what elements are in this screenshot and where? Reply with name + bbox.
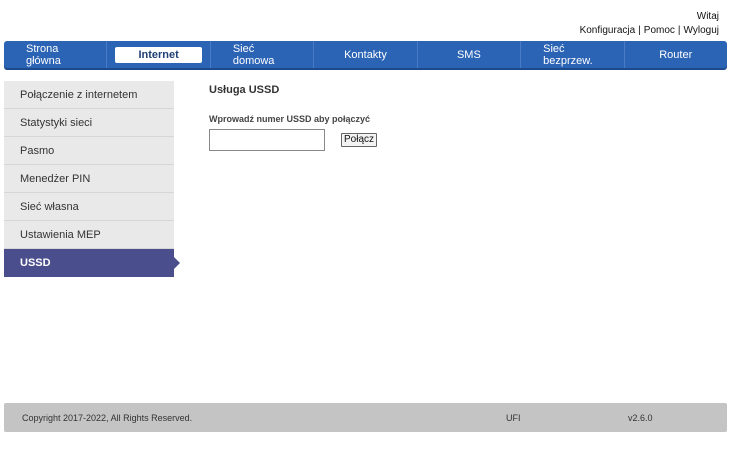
nav-item-router[interactable]: Router — [625, 41, 727, 68]
sidebar-item-polaczenie[interactable]: Połączenie z internetem — [4, 81, 174, 109]
model-text: UFI — [506, 413, 521, 423]
sidebar-item-pasmo[interactable]: Pasmo — [4, 137, 174, 165]
sidebar-item-statystyki[interactable]: Statystyki sieci — [4, 109, 174, 137]
ussd-input[interactable] — [209, 129, 325, 151]
separator: | — [677, 25, 681, 36]
nav-label: Kontakty — [344, 48, 387, 61]
router-admin-page: Witaj Konfiguracja | Pomoc | Wyloguj Strona … — [0, 0, 730, 458]
copyright-text: Copyright 2017-2022, All Rights Reserved… — [22, 413, 193, 423]
nav-label: Internet — [115, 46, 202, 63]
nav-label: Strona główna — [26, 42, 61, 67]
nav-label: Sieć bezprzew. — [543, 42, 593, 67]
nav-item-siec-bezprzew[interactable]: Sieć bezprzew. — [521, 41, 625, 68]
main-nav: Strona główna Internet Sieć domowa Konta… — [4, 41, 727, 68]
main-content: Usługa USSD Wprowadź numer USSD aby połą… — [209, 84, 378, 151]
sidebar-item-menedzer-pin[interactable]: Menedżer PIN — [4, 165, 174, 193]
separator: | — [638, 25, 641, 36]
header-top: Witaj Konfiguracja | Pomoc | Wyloguj — [580, 10, 719, 38]
nav-item-sms[interactable]: SMS — [418, 41, 522, 68]
page-title: Usługa USSD — [209, 84, 280, 96]
ussd-input-row: Połącz — [209, 129, 378, 151]
konfiguracja-link[interactable]: Konfiguracja — [580, 25, 636, 36]
wyloguj-link[interactable]: Wyloguj — [684, 25, 719, 36]
nav-label: SMS — [456, 48, 481, 61]
nav-item-strona-glowna[interactable]: Strona główna — [4, 41, 108, 68]
footer: Copyright 2017-2022, All Rights Reserved… — [4, 403, 727, 432]
nav-item-kontakty[interactable]: Kontakty — [314, 41, 418, 68]
version-text: v2.6.0 — [628, 413, 653, 423]
nav-label: Router — [659, 48, 693, 61]
sidebar-item-ussd[interactable]: USSD — [4, 249, 180, 277]
sidebar-item-siec-wlasna[interactable]: Sieć własna — [4, 193, 174, 221]
sidebar: Połączenie z internetem Statystyki sieci… — [4, 81, 180, 277]
header-links: Konfiguracja | Pomoc | Wyloguj — [580, 24, 719, 38]
nav-label: Sieć domowa — [232, 42, 275, 67]
connect-button[interactable]: Połącz — [341, 133, 378, 147]
nav-item-internet[interactable]: Internet — [107, 41, 211, 68]
sidebar-item-ustawienia-mep[interactable]: Ustawienia MEP — [4, 221, 174, 249]
ussd-field-label: Wprowadź numer USSD aby połączyć — [209, 114, 371, 124]
greeting-text: Witaj — [696, 11, 719, 22]
pomoc-link[interactable]: Pomoc — [644, 25, 675, 36]
nav-item-siec-domowa[interactable]: Sieć domowa — [211, 41, 315, 68]
